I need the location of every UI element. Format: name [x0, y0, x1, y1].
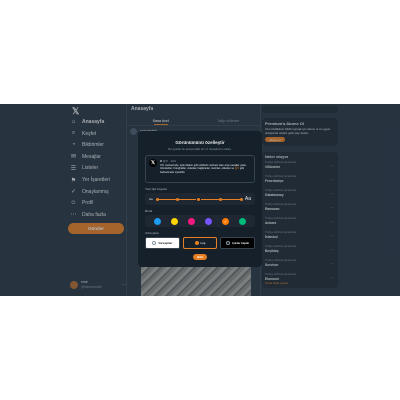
x-logo-icon: 𝕏: [149, 159, 157, 167]
font-size-label: Yazı tipi boyutu: [145, 187, 168, 191]
color-label: Renk: [145, 209, 153, 213]
preview-name: X: [160, 159, 163, 163]
display-settings-modal: Görünümünü özelleştir Bu ayarlar bu tara…: [138, 131, 262, 267]
font-size-slider-panel: Aa Aa: [145, 193, 255, 205]
color-swatch[interactable]: ✓: [222, 217, 229, 225]
font-small-label: Aa: [149, 197, 153, 201]
background-option[interactable]: Işıklar kapalı: [220, 237, 256, 249]
background-option-label: Loş: [200, 241, 206, 245]
font-large-label: Aa: [244, 196, 251, 202]
preview-text: X'in merkezinde, tıpkı kitabın gibi sohb…: [160, 164, 247, 174]
modal-title: Görünümünü özelleştir: [175, 140, 225, 145]
color-swatch[interactable]: [154, 217, 161, 225]
font-size-slider[interactable]: [155, 196, 244, 202]
modal-subtitle: Bu ayarlar bu tarayıcıdaki tüm X hesapla…: [168, 147, 232, 151]
color-swatch[interactable]: [171, 217, 178, 225]
app-screen: 𝕏 ⌂ Anasayfa ⌕ Keşfet ◔ Bildirimler ✉ Mesajlar ☰…: [0, 104, 400, 296]
radio-icon: [194, 241, 199, 245]
color-swatch[interactable]: [239, 217, 246, 225]
font-size-step[interactable]: [240, 197, 244, 201]
radio-icon: [226, 241, 231, 245]
font-size-knob[interactable]: [196, 196, 202, 202]
color-picker: ✓: [145, 215, 255, 227]
preview-handle: @X · 10d: [162, 159, 176, 163]
background-option[interactable]: Loş: [182, 237, 218, 249]
background-option-label: Işıklar kapalı: [232, 241, 250, 245]
preview-post: 𝕏 X @X · 10d X'in merkezinde, tıpkı kita…: [145, 155, 255, 183]
color-swatch[interactable]: [205, 217, 212, 225]
font-size-step[interactable]: [176, 197, 180, 201]
background-option-label: Varsayılan: [158, 241, 173, 245]
background-picker: Varsayılan Loş Işıklar kapalı: [145, 237, 256, 249]
font-size-step[interactable]: [155, 197, 159, 201]
font-size-step[interactable]: [218, 197, 222, 201]
radio-icon: [152, 241, 157, 245]
background-option[interactable]: Varsayılan: [145, 237, 180, 249]
done-button[interactable]: Bitti: [193, 254, 207, 260]
check-icon: ✓: [223, 218, 228, 224]
color-swatch[interactable]: [188, 217, 195, 225]
background-label: Arka plan: [145, 231, 159, 235]
